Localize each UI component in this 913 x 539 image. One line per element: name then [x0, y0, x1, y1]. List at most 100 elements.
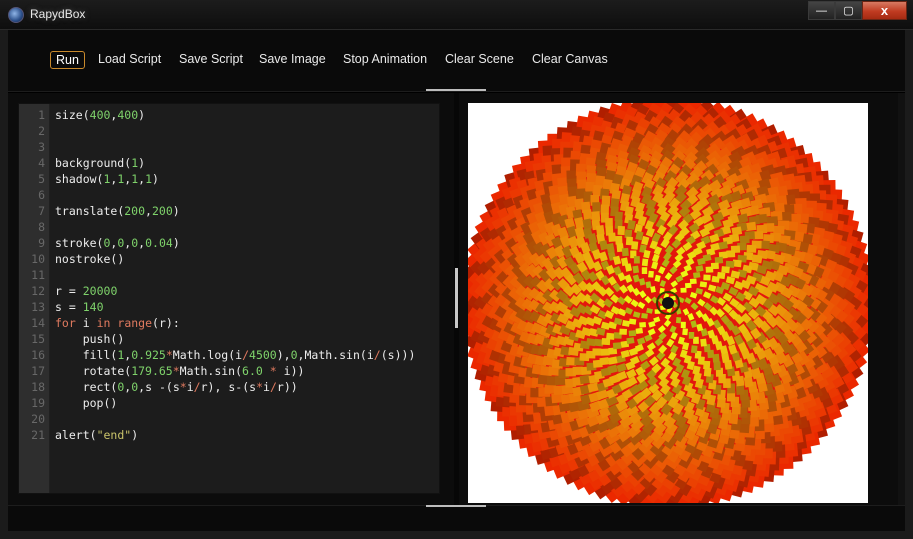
- code-line: alert("end"): [55, 428, 139, 442]
- window-frame-bottom: [0, 531, 913, 539]
- spiral-tile: [705, 266, 714, 273]
- code-line: stroke(0,0,0,0.04): [55, 236, 180, 250]
- stop-animation-button[interactable]: Stop Animation: [343, 51, 427, 69]
- spiral-tile: [626, 337, 635, 345]
- code-line: pop(): [82, 396, 118, 410]
- close-button[interactable]: x: [862, 1, 907, 20]
- spiral-tile: [633, 256, 640, 264]
- line-number: 12: [31, 284, 45, 298]
- code-line: nostroke(): [55, 252, 125, 266]
- code-line: background(1): [55, 156, 146, 170]
- spiral-tile: [746, 244, 757, 253]
- spiral-tile: [692, 271, 701, 279]
- code-line: shadow(1,1,1,1): [55, 172, 159, 186]
- spiral-tile: [699, 281, 708, 288]
- line-number: 1: [38, 108, 45, 122]
- canvas-panel: [459, 103, 896, 504]
- window-controls: — ▢ x: [808, 1, 907, 21]
- line-number: 5: [38, 172, 45, 186]
- spiral-center: [662, 297, 674, 309]
- run-button[interactable]: Run: [50, 51, 85, 69]
- spiral-tile: [622, 320, 631, 327]
- spiral-tile: [600, 348, 610, 356]
- line-number: 4: [38, 156, 45, 170]
- spiral-tile: [628, 318, 637, 325]
- line-number: 20: [31, 412, 45, 426]
- window-title: RapydBox: [30, 7, 86, 21]
- spiral-tile: [700, 338, 707, 347]
- code-editor[interactable]: 1 2 3 4 5 6 7 8 9 10 11 12 13 14 15 16 17 18 19 20 21 size(4…: [18, 103, 440, 494]
- line-number: 6: [38, 188, 45, 202]
- spiral-tile: [680, 287, 687, 293]
- spiral-tile: [641, 258, 649, 267]
- title-bar[interactable]: RapydBox — ▢ x: [0, 0, 913, 30]
- spiral-tile: [619, 328, 628, 335]
- line-number: 2: [38, 124, 45, 138]
- spiral-tile: [615, 235, 623, 245]
- splitter-handle[interactable]: [455, 268, 458, 328]
- spiral-tile: [721, 266, 730, 274]
- line-number: 21: [31, 428, 45, 442]
- load-script-button[interactable]: Load Script: [98, 51, 161, 69]
- code-line: s = 140: [55, 300, 104, 314]
- spiral-tile: [641, 267, 648, 275]
- line-number-gutter: 1 2 3 4 5 6 7 8 9 10 11 12 13 14 15 16 17 18 19 20 21: [19, 104, 50, 493]
- spiral-tile: [713, 361, 721, 371]
- line-number: 8: [38, 220, 45, 234]
- line-number: 18: [31, 380, 45, 394]
- drawing-canvas[interactable]: [468, 103, 868, 503]
- spiral-tile: [680, 321, 686, 329]
- spiral-tile: [606, 332, 615, 340]
- minimize-button[interactable]: —: [808, 1, 835, 20]
- status-bar: [8, 505, 905, 531]
- spiral-tile: [639, 321, 647, 328]
- spiral-tile: [682, 328, 688, 336]
- clear-canvas-button[interactable]: Clear Canvas: [532, 51, 608, 69]
- code-line: size(400,400): [55, 108, 146, 122]
- code-line: fill(1,0.925*Math.log(i/4500),0,Math.sin…: [82, 348, 416, 362]
- bottom-panel-resize-handle[interactable]: [426, 505, 486, 507]
- spiral-tile: [641, 313, 648, 319]
- spiral-tile: [599, 357, 610, 366]
- spiral-tile: [690, 345, 698, 354]
- code-line: rect(0,0,s -(s*i/r), s-(s*i/r)): [82, 380, 298, 394]
- maximize-button[interactable]: ▢: [835, 1, 862, 20]
- code-line: rotate(179.65*Math.sin(6.0 * i)): [82, 364, 305, 378]
- line-number: 7: [38, 204, 45, 218]
- spiral-tile: [628, 330, 637, 337]
- spiral-tile: [612, 342, 622, 350]
- save-script-button[interactable]: Save Script: [179, 51, 243, 69]
- line-number: 10: [31, 252, 45, 266]
- line-number: 3: [38, 140, 45, 154]
- spiral-tile: [739, 235, 750, 244]
- line-number: 13: [31, 300, 45, 314]
- toolbar: Run Load Script Save Script Save Image S…: [8, 30, 905, 92]
- spiral-tile: [631, 241, 639, 250]
- spiral-tile: [688, 331, 695, 339]
- spiral-tile: [632, 265, 640, 274]
- window-frame-left: [0, 30, 8, 539]
- line-number: 11: [31, 268, 45, 282]
- close-icon: x: [880, 3, 889, 18]
- minimize-icon: —: [816, 4, 827, 17]
- code-line: r = 20000: [55, 284, 118, 298]
- spiral-tile: [621, 247, 629, 257]
- code-line: for i in range(r):: [55, 316, 180, 330]
- main-area: 1 2 3 4 5 6 7 8 9 10 11 12 13 14 15 16 17 18 19 20 21 size(4…: [8, 93, 905, 505]
- spiral-tile: [648, 270, 654, 278]
- save-image-button[interactable]: Save Image: [259, 51, 326, 69]
- spiral-tile: [582, 209, 593, 221]
- right-scrollbar[interactable]: [898, 93, 905, 505]
- top-panel-resize-handle[interactable]: [426, 89, 486, 91]
- line-number: 17: [31, 364, 45, 378]
- clear-scene-button[interactable]: Clear Scene: [445, 51, 514, 69]
- code-line: translate(200,200): [55, 204, 180, 218]
- spiral-tile: [608, 232, 616, 242]
- app-logo-icon: [8, 7, 24, 23]
- spiral-tile: [751, 254, 763, 264]
- line-number: 14: [31, 316, 45, 330]
- code-line: push(): [82, 332, 125, 346]
- spiral-tile: [675, 317, 682, 324]
- spiral-tile: [684, 282, 692, 289]
- spiral-tile: [635, 327, 644, 335]
